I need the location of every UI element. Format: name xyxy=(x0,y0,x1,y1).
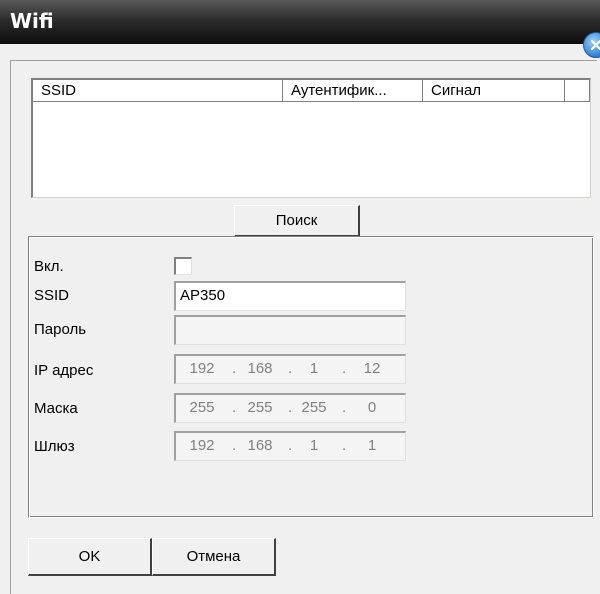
ip-label: IP адрес xyxy=(34,362,94,379)
gateway-dot-1: . xyxy=(232,437,237,454)
ip-dot-2: . xyxy=(288,360,293,377)
mask-octet-3: 255 xyxy=(301,399,327,416)
column-header-extra[interactable] xyxy=(565,80,590,102)
ssid-field[interactable]: AP350 xyxy=(174,281,406,311)
ssid-value: AP350 xyxy=(180,287,226,304)
gateway-octet-3: 1 xyxy=(309,437,319,454)
gateway-field[interactable]: 192 . 168 . 1 . 1 xyxy=(174,431,406,461)
ip-address-field[interactable]: 192 . 168 . 1 . 12 xyxy=(174,354,406,384)
mask-dot-3: . xyxy=(342,399,347,416)
ip-octet-4: 12 xyxy=(363,360,381,377)
mask-octet-1: 255 xyxy=(189,399,215,416)
gateway-dot-3: . xyxy=(342,437,347,454)
ip-octet-2: 168 xyxy=(247,360,273,377)
cancel-button[interactable]: Отмена xyxy=(152,538,276,576)
ip-octet-3: 1 xyxy=(309,360,319,377)
title-bar[interactable]: Wifi xyxy=(0,0,600,44)
ip-octet-1: 192 xyxy=(189,360,215,377)
gateway-octet-4: 1 xyxy=(367,437,377,454)
ip-dot-1: . xyxy=(232,360,237,377)
column-header-signal[interactable]: Сигнал xyxy=(423,80,565,102)
gateway-octet-2: 168 xyxy=(247,437,273,454)
mask-dot-1: . xyxy=(232,399,237,416)
mask-octet-2: 255 xyxy=(247,399,273,416)
gateway-octet-1: 192 xyxy=(189,437,215,454)
search-button[interactable]: Поиск xyxy=(234,205,360,237)
password-label: Пароль xyxy=(34,321,87,338)
mask-dot-2: . xyxy=(288,399,293,416)
wifi-network-list[interactable]: SSID Аутентифик... Сигнал xyxy=(31,78,591,198)
ok-button[interactable]: OK xyxy=(28,538,152,576)
mask-label: Маска xyxy=(34,400,78,417)
enable-label: Вкл. xyxy=(34,258,64,275)
enable-checkbox[interactable] xyxy=(174,257,192,275)
column-header-authentication[interactable]: Аутентифик... xyxy=(283,80,423,102)
mask-octet-4: 0 xyxy=(367,399,377,416)
gateway-dot-2: . xyxy=(288,437,293,454)
gateway-label: Шлюз xyxy=(34,438,75,455)
password-field[interactable] xyxy=(174,315,406,345)
subnet-mask-field[interactable]: 255 . 255 . 255 . 0 xyxy=(174,393,406,423)
window-title: Wifi xyxy=(10,9,54,33)
ssid-label: SSID xyxy=(34,287,70,304)
close-icon[interactable] xyxy=(583,32,600,58)
ip-dot-3: . xyxy=(342,360,347,377)
column-header-ssid[interactable]: SSID xyxy=(33,80,283,102)
